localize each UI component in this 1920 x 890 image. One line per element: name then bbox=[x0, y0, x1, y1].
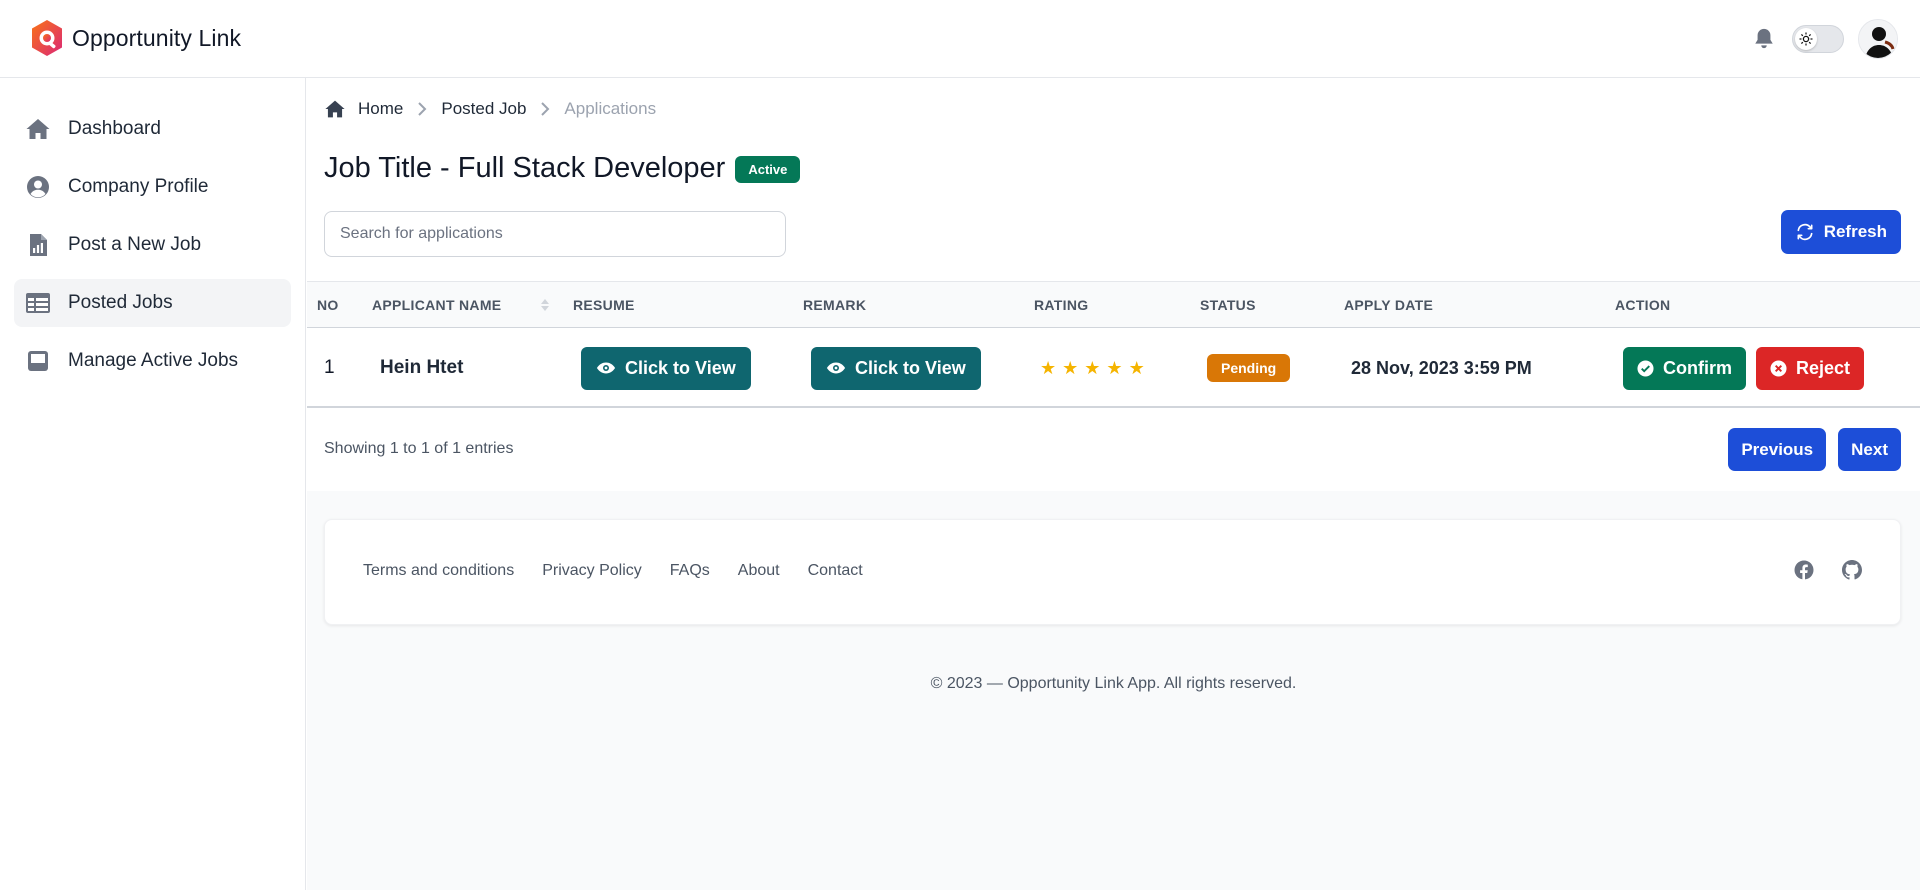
column-header-action[interactable]: ACTION bbox=[1615, 282, 1670, 328]
copyright: © 2023 — Opportunity Link App. All right… bbox=[930, 675, 1297, 692]
column-header-remark[interactable]: REMARK bbox=[803, 282, 866, 328]
star-icon[interactable]: ★ bbox=[1129, 358, 1145, 379]
job-status-badge: Active bbox=[735, 156, 801, 183]
sidebar-item-post-new-job[interactable]: Post a New Job bbox=[14, 221, 291, 269]
pagination: Previous Next bbox=[1728, 428, 1901, 471]
sidebar-item-label: Manage Active Jobs bbox=[68, 350, 239, 371]
footer-links: Terms and conditions Privacy Policy FAQs… bbox=[363, 562, 863, 580]
brand-logo-icon bbox=[32, 20, 62, 56]
refresh-label: Refresh bbox=[1823, 222, 1887, 241]
sort-icon[interactable] bbox=[540, 296, 550, 314]
cell-no: 1 bbox=[324, 357, 335, 378]
sidebar: Dashboard Company Profile Post a New Job… bbox=[0, 78, 306, 890]
view-resume-button[interactable]: Click to View bbox=[581, 346, 751, 390]
eye-icon bbox=[596, 362, 616, 374]
x-circle-icon bbox=[1770, 359, 1787, 377]
sidebar-item-company-profile[interactable]: Company Profile bbox=[14, 163, 291, 211]
refresh-icon bbox=[1797, 223, 1813, 241]
user-avatar[interactable] bbox=[1858, 19, 1898, 59]
sidebar-item-label: Post a New Job bbox=[68, 234, 202, 255]
confirm-button[interactable]: Confirm bbox=[1623, 346, 1746, 390]
sidebar-item-dashboard[interactable]: Dashboard bbox=[14, 105, 291, 153]
view-remark-label: Click to View bbox=[855, 357, 966, 378]
breadcrumb-current: Applications bbox=[564, 99, 657, 118]
footer: Terms and conditions Privacy Policy FAQs… bbox=[324, 519, 1901, 625]
page-title: Job Title - Full Stack Developer bbox=[324, 152, 726, 184]
home-icon bbox=[325, 100, 345, 118]
sidebar-item-label: Posted Jobs bbox=[68, 292, 173, 313]
applications-panel: Home Posted Job Applications Job Title -… bbox=[307, 79, 1920, 491]
inbox-icon bbox=[25, 348, 51, 374]
notification-bell-icon[interactable] bbox=[1750, 25, 1778, 53]
brand[interactable]: Opportunity Link bbox=[30, 18, 241, 58]
reject-label: Reject bbox=[1796, 357, 1851, 378]
breadcrumb: Home Posted Job Applications bbox=[324, 99, 656, 119]
table-icon bbox=[25, 290, 51, 316]
cell-apply-date: 28 Nov, 2023 3:59 PM bbox=[1351, 357, 1532, 378]
sidebar-item-posted-jobs[interactable]: Posted Jobs bbox=[14, 279, 291, 327]
star-icon[interactable]: ★ bbox=[1062, 358, 1078, 379]
table-header: NO APPLICANT NAME RESUME REMARK RATING S… bbox=[307, 281, 1920, 328]
home-icon bbox=[25, 116, 51, 142]
facebook-icon[interactable] bbox=[1794, 560, 1814, 585]
previous-button[interactable]: Previous bbox=[1728, 428, 1827, 471]
chevron-right-icon bbox=[540, 101, 550, 117]
pagination-summary: Showing 1 to 1 of 1 entries bbox=[324, 440, 514, 457]
eye-icon bbox=[826, 362, 846, 374]
breadcrumb-posted-job[interactable]: Posted Job bbox=[441, 99, 526, 119]
refresh-button[interactable]: Refresh bbox=[1780, 210, 1901, 254]
sun-icon bbox=[1795, 28, 1817, 50]
check-circle-icon bbox=[1637, 359, 1654, 377]
status-badge: Pending bbox=[1207, 354, 1291, 382]
column-header-no[interactable]: NO bbox=[317, 282, 339, 328]
next-button[interactable]: Next bbox=[1838, 428, 1901, 471]
breadcrumb-home-label: Home bbox=[358, 99, 404, 118]
column-header-resume[interactable]: RESUME bbox=[573, 282, 635, 328]
reject-button[interactable]: Reject bbox=[1756, 346, 1865, 390]
footer-link-contact[interactable]: Contact bbox=[808, 562, 863, 580]
cell-applicant-name: Hein Htet bbox=[380, 357, 464, 378]
column-header-status[interactable]: STATUS bbox=[1200, 282, 1256, 328]
column-header-rating[interactable]: RATING bbox=[1034, 282, 1088, 328]
document-chart-icon bbox=[25, 232, 51, 258]
table-row: 1 Hein Htet Click to View Click to View … bbox=[307, 328, 1920, 408]
rating-stars[interactable]: ★ ★ ★ ★ ★ bbox=[1040, 358, 1145, 379]
search-input[interactable] bbox=[324, 211, 786, 257]
main-content: Home Posted Job Applications Job Title -… bbox=[307, 79, 1920, 890]
star-icon[interactable]: ★ bbox=[1084, 358, 1100, 379]
github-icon[interactable] bbox=[1842, 560, 1862, 585]
chevron-right-icon bbox=[417, 101, 427, 117]
star-icon[interactable]: ★ bbox=[1106, 358, 1122, 379]
confirm-label: Confirm bbox=[1663, 357, 1732, 378]
footer-link-terms[interactable]: Terms and conditions bbox=[363, 562, 514, 580]
sidebar-item-label: Company Profile bbox=[68, 176, 209, 197]
user-circle-icon bbox=[25, 174, 51, 200]
column-header-apply-date[interactable]: APPLY DATE bbox=[1344, 282, 1433, 328]
breadcrumb-home[interactable]: Home bbox=[324, 99, 403, 119]
view-remark-button[interactable]: Click to View bbox=[811, 346, 981, 390]
sidebar-item-label: Dashboard bbox=[68, 118, 161, 139]
view-resume-label: Click to View bbox=[625, 357, 736, 378]
footer-link-privacy[interactable]: Privacy Policy bbox=[542, 562, 642, 580]
column-header-applicant-name[interactable]: APPLICANT NAME bbox=[372, 282, 501, 328]
theme-toggle[interactable] bbox=[1792, 25, 1844, 53]
sidebar-item-manage-active-jobs[interactable]: Manage Active Jobs bbox=[14, 337, 291, 385]
footer-link-faqs[interactable]: FAQs bbox=[670, 562, 710, 580]
star-icon[interactable]: ★ bbox=[1040, 358, 1056, 379]
top-navbar: Opportunity Link bbox=[0, 0, 1920, 78]
brand-name: Opportunity Link bbox=[72, 24, 242, 51]
footer-link-about[interactable]: About bbox=[738, 562, 780, 580]
